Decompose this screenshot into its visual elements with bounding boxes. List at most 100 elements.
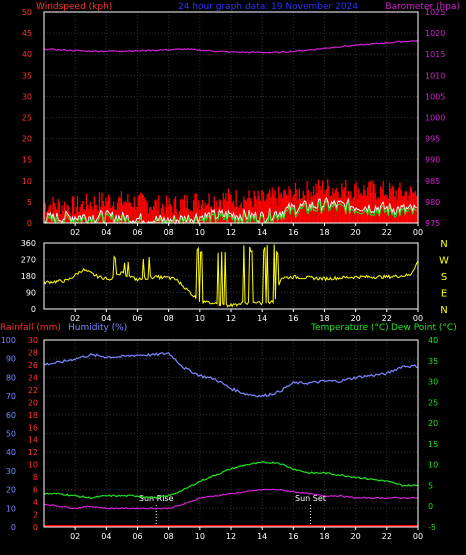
- barometer-tick-label: 990: [425, 156, 440, 165]
- barometer-tick-label: 1015: [425, 50, 445, 59]
- barometer-axis-title: Barometer (hpa): [385, 2, 460, 12]
- humidity-tick-label: 100: [1, 336, 16, 345]
- temperature-tick-label: 0: [428, 502, 433, 511]
- direction-xtick-label: 22: [382, 314, 392, 323]
- windspeed-tick-label: 10: [22, 177, 32, 186]
- temperature-tick-label: 40: [428, 336, 438, 345]
- climate-xtick-label: 10: [195, 532, 205, 541]
- direction-tick-label: 360: [21, 239, 36, 248]
- humidity-tick-label: 80: [6, 373, 16, 382]
- direction-xtick-label: 12: [226, 314, 236, 323]
- windspeed-axis-title: Windspeed (kph): [36, 2, 112, 12]
- compass-label: N: [440, 305, 447, 316]
- windspeed-tick-label: 25: [22, 114, 32, 123]
- barometer-tick-label: 980: [425, 198, 440, 207]
- humidity-tick-label: 10: [6, 504, 16, 513]
- climate-xtick-label: 16: [288, 532, 298, 541]
- windspeed-tick-label: 40: [22, 50, 32, 59]
- climate-xtick-label: 00: [413, 532, 423, 541]
- temperature-tick-label: 5: [428, 481, 433, 490]
- temperature-tick-label: 25: [428, 398, 438, 407]
- wind-xtick-label: 08: [164, 228, 174, 237]
- rainfall-tick-label: 0: [33, 523, 38, 532]
- climate-xtick-label: 08: [164, 532, 174, 541]
- windspeed-tick-label: 0: [27, 219, 32, 228]
- climate-xtick-label: 06: [132, 532, 142, 541]
- direction-xtick-label: 20: [351, 314, 361, 323]
- rainfall-tick-label: 30: [28, 336, 38, 345]
- rainfall-tick-label: 16: [28, 423, 38, 432]
- windspeed-tick-label: 50: [22, 8, 32, 17]
- barometer-tick-label: 1005: [425, 92, 445, 101]
- direction-tick-label: 180: [21, 272, 36, 281]
- humidity-tick-label: 60: [6, 411, 16, 420]
- rainfall-tick-label: 12: [28, 448, 38, 457]
- chart-background: [0, 0, 466, 555]
- temperature-tick-label: -5: [428, 523, 436, 532]
- compass-label: E: [441, 289, 447, 300]
- direction-xtick-label: 02: [70, 314, 80, 323]
- direction-xtick-label: 10: [195, 314, 205, 323]
- climate-xtick-label: 18: [319, 532, 329, 541]
- wind-xtick-label: 18: [319, 228, 329, 237]
- humidity-tick-label: 50: [6, 430, 16, 439]
- compass-label: W: [439, 256, 449, 267]
- temperature-tick-label: 20: [428, 419, 438, 428]
- rainfall-tick-label: 20: [28, 398, 38, 407]
- wind-xtick-label: 12: [226, 228, 236, 237]
- temperature-tick-label: 30: [428, 378, 438, 387]
- direction-xtick-label: 00: [413, 314, 423, 323]
- windspeed-tick-label: 5: [27, 198, 32, 207]
- direction-xtick-label: 18: [319, 314, 329, 323]
- climate-xtick-label: 20: [351, 532, 361, 541]
- barometer-tick-label: 975: [425, 219, 440, 228]
- direction-tick-label: 270: [21, 256, 36, 265]
- climate-xtick-label: 12: [226, 532, 236, 541]
- wind-xtick-label: 10: [195, 228, 205, 237]
- windspeed-tick-label: 20: [22, 135, 32, 144]
- temperature-tick-label: 10: [428, 461, 438, 470]
- rainfall-axis-title: Rainfall (mm): [0, 323, 61, 333]
- wind-xtick-label: 00: [413, 228, 423, 237]
- rainfall-tick-label: 14: [28, 436, 38, 445]
- wind-xtick-label: 06: [132, 228, 142, 237]
- barometer-tick-label: 1010: [425, 71, 445, 80]
- climate-xtick-label: 14: [257, 532, 267, 541]
- direction-xtick-label: 08: [164, 314, 174, 323]
- humidity-tick-label: 70: [6, 392, 16, 401]
- climate-xtick-label: 04: [101, 532, 111, 541]
- rainfall-tick-label: 4: [33, 498, 38, 507]
- humidity-axis-title: Humidity (%): [68, 323, 127, 333]
- rainfall-tick-label: 22: [28, 386, 38, 395]
- wind-xtick-label: 02: [70, 228, 80, 237]
- windspeed-tick-label: 45: [22, 29, 32, 38]
- windspeed-tick-label: 15: [22, 156, 32, 165]
- rainfall-tick-label: 26: [28, 361, 38, 370]
- climate-xtick-label: 22: [382, 532, 392, 541]
- rainfall-tick-label: 28: [28, 348, 38, 357]
- temperature-tick-label: 15: [428, 440, 438, 449]
- weather-chart: Windspeed (kph) 24 hour graph data: 19 N…: [0, 0, 466, 555]
- rainfall-tick-label: 8: [33, 473, 38, 482]
- windspeed-tick-label: 35: [22, 71, 32, 80]
- humidity-tick-label: 0: [11, 523, 16, 532]
- humidity-tick-label: 20: [6, 486, 16, 495]
- wind-xtick-label: 22: [382, 228, 392, 237]
- temperature-axis-title: Temperature (°C): [310, 323, 389, 333]
- barometer-tick-label: 1025: [425, 8, 445, 17]
- barometer-tick-label: 995: [425, 135, 440, 144]
- rainfall-tick-label: 6: [33, 486, 38, 495]
- barometer-tick-label: 985: [425, 177, 440, 186]
- climate-xtick-label: 02: [70, 532, 80, 541]
- chart-date-title: 24 hour graph data: 19 November 2024: [178, 2, 358, 12]
- rainfall-tick-label: 18: [28, 411, 38, 420]
- direction-tick-label: 90: [26, 289, 36, 298]
- humidity-tick-label: 30: [6, 467, 16, 476]
- wind-xtick-label: 20: [351, 228, 361, 237]
- windspeed-tick-label: 30: [22, 92, 32, 101]
- rainfall-tick-label: 10: [28, 461, 38, 470]
- compass-label: N: [440, 239, 447, 250]
- direction-xtick-label: 04: [101, 314, 111, 323]
- direction-tick-label: 0: [31, 305, 36, 314]
- wind-xtick-label: 16: [288, 228, 298, 237]
